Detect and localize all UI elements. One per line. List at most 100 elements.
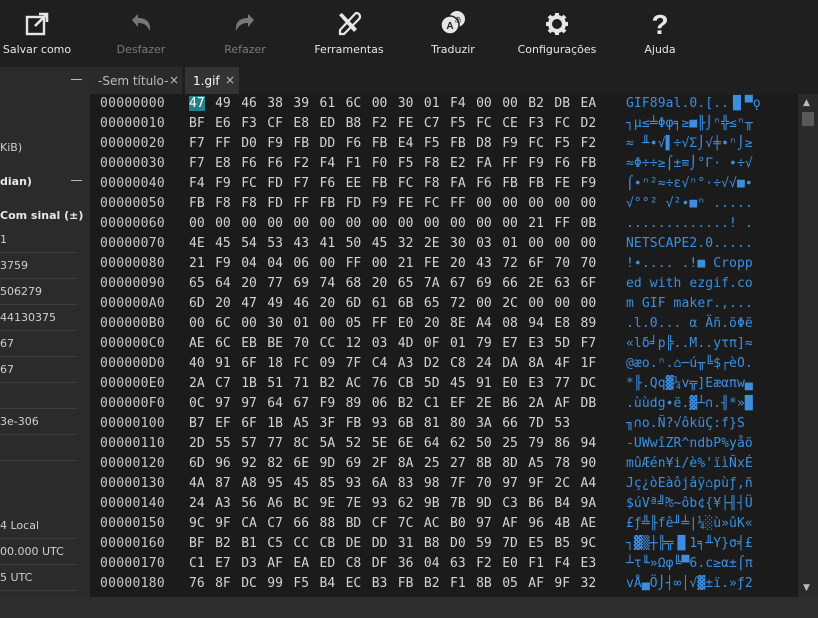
hex-byte[interactable]: A4 (476, 316, 492, 331)
hex-byte[interactable]: 9D (320, 456, 336, 471)
hex-byte[interactable]: E8 (293, 116, 309, 131)
hex-byte[interactable]: 00 (346, 216, 362, 231)
hex-byte[interactable]: 8B (476, 456, 492, 471)
hex-byte[interactable]: CC (293, 536, 309, 551)
ascii-text[interactable]: ┐▓▒┼╠╦▐▌1╕╨Y}σ╡£ (626, 536, 753, 551)
hex-byte[interactable]: E8 (215, 156, 231, 171)
hex-byte[interactable]: 77 (554, 376, 570, 391)
hex-byte[interactable]: 8C (293, 436, 309, 451)
hex-byte[interactable]: 89 (581, 316, 597, 331)
hex-byte[interactable]: 00 (476, 216, 492, 231)
hex-byte[interactable]: 9D (476, 496, 492, 511)
hex-byte[interactable]: 8A (528, 356, 544, 371)
hex-byte[interactable]: 20 (372, 276, 388, 291)
hex-byte[interactable]: DC (581, 376, 597, 391)
hex-byte[interactable]: FE (554, 176, 570, 191)
hex-byte[interactable]: 2C (502, 296, 518, 311)
hex-byte[interactable]: B3 (372, 576, 388, 591)
hex-byte[interactable]: 9F (215, 516, 231, 531)
hex-byte[interactable]: 4A (189, 476, 205, 491)
hex-byte[interactable]: 64 (267, 396, 283, 411)
hex-byte[interactable]: E3 (528, 336, 544, 351)
hex-byte[interactable]: E6 (215, 116, 231, 131)
hex-byte[interactable]: 8D (502, 456, 518, 471)
hex-byte[interactable]: 62 (398, 496, 414, 511)
hex-byte[interactable]: 4E (189, 236, 205, 251)
hex-byte[interactable]: C7 (424, 116, 440, 131)
hex-byte[interactable]: 63 (450, 556, 466, 571)
hex-byte[interactable]: 6A (372, 476, 388, 491)
hex-byte[interactable]: 50 (476, 436, 492, 451)
hex-byte[interactable]: AF (554, 396, 570, 411)
hex-byte[interactable]: 03 (476, 236, 492, 251)
hex-byte[interactable]: 67 (450, 276, 466, 291)
hex-byte[interactable]: 18 (267, 356, 283, 371)
hex-byte[interactable]: 5D (554, 336, 570, 351)
hex-byte[interactable]: E7 (502, 336, 518, 351)
hex-byte[interactable]: 65 (398, 276, 414, 291)
hex-byte[interactable]: 6B (398, 416, 414, 431)
hex-byte[interactable]: E7 (215, 556, 231, 571)
hex-byte[interactable]: D2 (424, 356, 440, 371)
hex-byte[interactable]: 97 (241, 396, 257, 411)
hex-byte[interactable]: 6D (189, 296, 205, 311)
hex-byte[interactable]: B6 (502, 396, 518, 411)
hex-byte[interactable]: 54 (241, 236, 257, 251)
hex-byte[interactable]: 6C (215, 336, 231, 351)
hex-byte[interactable]: 86 (554, 436, 570, 451)
hex-byte[interactable]: E2 (450, 156, 466, 171)
hex-byte[interactable]: 7D (502, 536, 518, 551)
hex-byte[interactable]: 6E (398, 436, 414, 451)
hex-byte[interactable]: B1 (241, 536, 257, 551)
hex-byte[interactable]: 00 (372, 216, 388, 231)
hex-byte[interactable]: 1B (267, 416, 283, 431)
hex-byte[interactable]: E0 (398, 316, 414, 331)
hex-byte[interactable]: F5 (398, 156, 414, 171)
hex-byte[interactable]: E0 (502, 556, 518, 571)
refazer-button[interactable]: Refazer (195, 0, 295, 67)
hex-byte[interactable]: 01 (502, 236, 518, 251)
hex-byte[interactable]: 47 (241, 296, 257, 311)
ferramentas-button[interactable]: Ferramentas (299, 0, 399, 67)
hex-byte[interactable]: 38 (267, 96, 283, 111)
hex-byte[interactable]: 7E (346, 496, 362, 511)
hex-byte[interactable]: F9 (581, 176, 597, 191)
hex-byte[interactable]: DB (554, 96, 570, 111)
hex-byte[interactable]: 50 (346, 236, 362, 251)
hex-byte[interactable]: FB (528, 176, 544, 191)
hex-byte[interactable]: B5 (554, 536, 570, 551)
hex-byte[interactable]: 57 (241, 436, 257, 451)
hex-byte[interactable]: EA (293, 556, 309, 571)
hex-byte[interactable]: 93 (372, 416, 388, 431)
hex-byte[interactable]: 00 (528, 296, 544, 311)
hex-byte[interactable]: CE (502, 116, 518, 131)
hex-byte[interactable]: F6 (241, 156, 257, 171)
hex-byte[interactable]: 87 (215, 476, 231, 491)
hex-byte[interactable]: 85 (320, 476, 336, 491)
hex-byte[interactable]: 64 (424, 436, 440, 451)
hex-byte[interactable]: FC (293, 356, 309, 371)
hex-byte[interactable]: 00 (241, 316, 257, 331)
hex-byte[interactable]: DB (581, 396, 597, 411)
hex-byte[interactable]: F7 (293, 176, 309, 191)
hex-byte[interactable]: FB (293, 136, 309, 151)
hex-byte[interactable]: 82 (267, 456, 283, 471)
hex-byte[interactable]: F8 (424, 156, 440, 171)
hex-byte[interactable]: 6F (241, 356, 257, 371)
hex-byte[interactable]: AF (267, 556, 283, 571)
traduzir-button[interactable]: A あ Traduzir (403, 0, 503, 67)
inspector-value-row[interactable] (0, 435, 78, 461)
inspector-value-row[interactable]: 3759 (0, 253, 78, 279)
hex-byte[interactable]: 1B (241, 376, 257, 391)
inspector-date-row[interactable]: 00.000 UTC (0, 539, 78, 565)
scroll-down-icon[interactable]: ▼ (803, 583, 810, 593)
hex-byte[interactable]: 00 (476, 196, 492, 211)
hex-byte[interactable]: 7D (528, 416, 544, 431)
hex-byte[interactable]: EA (581, 96, 597, 111)
hex-byte[interactable]: B4 (554, 496, 570, 511)
hex-byte[interactable]: 00 (372, 256, 388, 271)
hex-byte[interactable]: 4F (554, 356, 570, 371)
hex-byte[interactable]: 63 (554, 276, 570, 291)
hex-byte[interactable]: 00 (581, 296, 597, 311)
hex-byte[interactable]: 43 (476, 256, 492, 271)
